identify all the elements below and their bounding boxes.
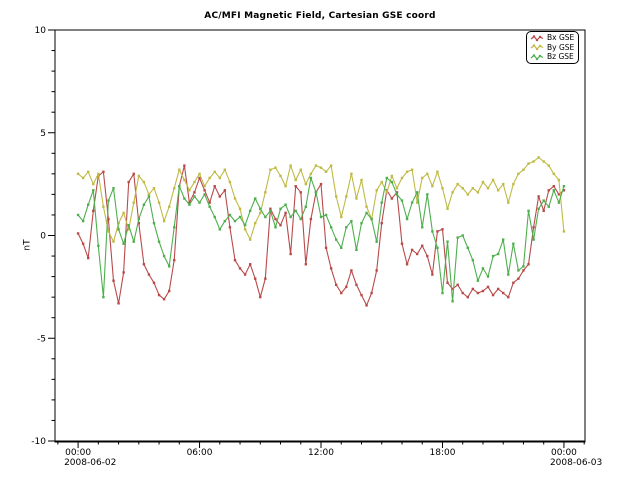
series-by-gse — [77, 156, 565, 243]
legend-label-by: By GSE — [547, 44, 574, 52]
legend-label-bx: Bx GSE — [547, 34, 574, 42]
chart-title: AC/MFI Magnetic Field, Cartesian GSE coo… — [0, 11, 640, 21]
x-tick-label: 00:00 — [551, 448, 577, 458]
legend: Bx GSE By GSE Bz GSE — [526, 31, 579, 64]
legend-entry-by-gse: By GSE — [530, 43, 576, 52]
x-tick-label: 12:00 — [308, 448, 334, 458]
x-axis-ticks: 00:002008-06-0206:0012:0018:0000:002008-… — [58, 441, 602, 468]
plot-area: 00:002008-06-0206:0012:0018:0000:002008-… — [0, 0, 640, 480]
y-tick-label: 5 — [40, 129, 46, 139]
legend-line-sample-bx-icon — [530, 34, 545, 43]
legend-label-bz: Bz GSE — [547, 53, 574, 61]
legend-line-sample-by-icon — [530, 43, 545, 52]
plot-frame — [55, 30, 586, 442]
x-tick-label: 18:00 — [430, 448, 456, 458]
y-tick-label: -5 — [37, 334, 46, 344]
chart-figure: AC/MFI Magnetic Field, Cartesian GSE coo… — [0, 0, 640, 480]
series-bz-gse — [77, 177, 565, 303]
legend-entry-bx-gse: Bx GSE — [530, 34, 576, 43]
y-tick-label: 10 — [35, 26, 47, 36]
legend-entry-bz-gse: Bz GSE — [530, 53, 576, 62]
legend-line-sample-bz-icon — [530, 53, 545, 62]
y-tick-label: -10 — [31, 437, 46, 447]
series-bx-gse — [77, 164, 565, 306]
y-axis-ticks: 10 5 0 -5 -10 — [31, 26, 55, 447]
x-tick-date-label: 2008-06-02 — [64, 458, 116, 468]
x-tick-date-label: 2008-06-03 — [550, 458, 602, 468]
x-tick-label: 06:00 — [187, 448, 213, 458]
y-axis-unit-label: nT — [23, 239, 33, 250]
x-tick-label: 00:00 — [65, 448, 91, 458]
y-tick-label: 0 — [40, 232, 46, 242]
